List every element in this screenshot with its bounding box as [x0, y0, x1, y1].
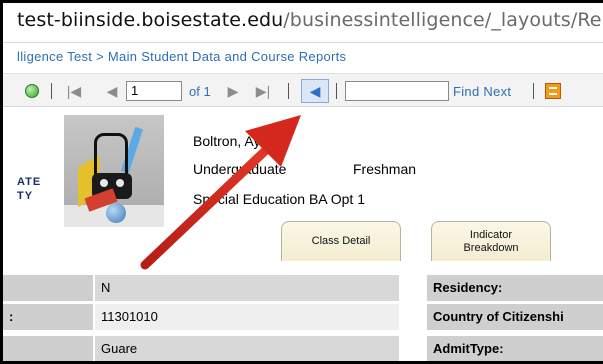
university-logo-fragment: ATE TY — [17, 175, 41, 203]
student-class-level: Freshman — [353, 161, 417, 177]
row-right-label: Residency: — [427, 275, 603, 301]
screenshot-frame: test-biinside.boisestate.edu/businessint… — [0, 0, 603, 364]
export-button[interactable] — [545, 83, 561, 99]
url-host: test-biinside.boisestate.edu — [17, 9, 284, 31]
first-page-button[interactable]: |◀ — [65, 74, 83, 108]
tab-class-detail[interactable]: Class Detail — [281, 221, 401, 261]
last-page-button[interactable]: ▶| — [254, 74, 272, 108]
find-input[interactable] — [345, 81, 449, 101]
page-count: of 1 — [189, 83, 211, 99]
last-page-icon: ▶| — [255, 82, 271, 99]
table-row: Guare AdmitType: — [3, 336, 603, 361]
address-bar[interactable]: test-biinside.boisestate.edu/businessint… — [3, 3, 603, 43]
toolbar-separator — [288, 83, 289, 99]
refresh-button[interactable] — [23, 74, 41, 108]
student-photo — [64, 115, 164, 227]
tab-label: Class Detail — [311, 235, 371, 247]
url-text[interactable]: test-biinside.boisestate.edu/businessint… — [17, 9, 603, 31]
student-level: Undergraduate — [193, 161, 287, 177]
breadcrumb: lligence Test > Main Student Data and Co… — [17, 49, 346, 64]
row-right-label: AdmitType: — [427, 336, 603, 361]
next-page-button[interactable]: ▶ — [226, 74, 240, 108]
refresh-icon — [25, 84, 39, 98]
toolbar-separator — [533, 83, 534, 99]
table-row: N Residency: — [3, 275, 603, 301]
toolbar-separator — [336, 83, 337, 99]
back-to-parent-icon: ◀ — [309, 82, 321, 99]
export-icon — [549, 87, 557, 95]
toolbar-separator — [51, 83, 52, 99]
find-next-link[interactable]: Find Next — [453, 74, 511, 108]
table-row: : 11301010 Country of Citizenshi — [3, 304, 603, 330]
page-number-input[interactable]: 1 — [126, 81, 182, 101]
row-value: Guare — [95, 336, 399, 361]
previous-page-icon: ◀ — [106, 82, 118, 99]
row-label: : — [3, 304, 93, 330]
tab-indicator-breakdown[interactable]: Indicator Breakdown — [431, 221, 551, 261]
row-value: N — [95, 275, 399, 301]
row-label — [3, 336, 93, 361]
student-major: Special Education BA Opt 1 — [193, 191, 365, 207]
back-to-parent-button[interactable]: ◀ — [301, 79, 329, 103]
row-label — [3, 275, 93, 301]
logo-line-2: TY — [17, 190, 34, 202]
url-path: /businessintelligence/_layouts/ReportS — [283, 9, 603, 31]
row-value: 11301010 — [95, 304, 399, 330]
logo-line-1: ATE — [17, 176, 42, 188]
next-page-icon: ▶ — [227, 82, 239, 99]
first-page-icon: |◀ — [66, 82, 82, 99]
report-toolbar: |◀ ◀ 1 of 1 ▶ ▶| ◀ Find Next — [3, 73, 603, 107]
breadcrumb-text[interactable]: lligence Test > Main Student Data and Co… — [17, 49, 346, 64]
row-right-label: Country of Citizenshi — [427, 304, 603, 330]
previous-page-button[interactable]: ◀ — [105, 74, 119, 108]
student-name: Boltron, Ay — [193, 133, 261, 149]
tab-label: Indicator Breakdown — [463, 228, 519, 254]
